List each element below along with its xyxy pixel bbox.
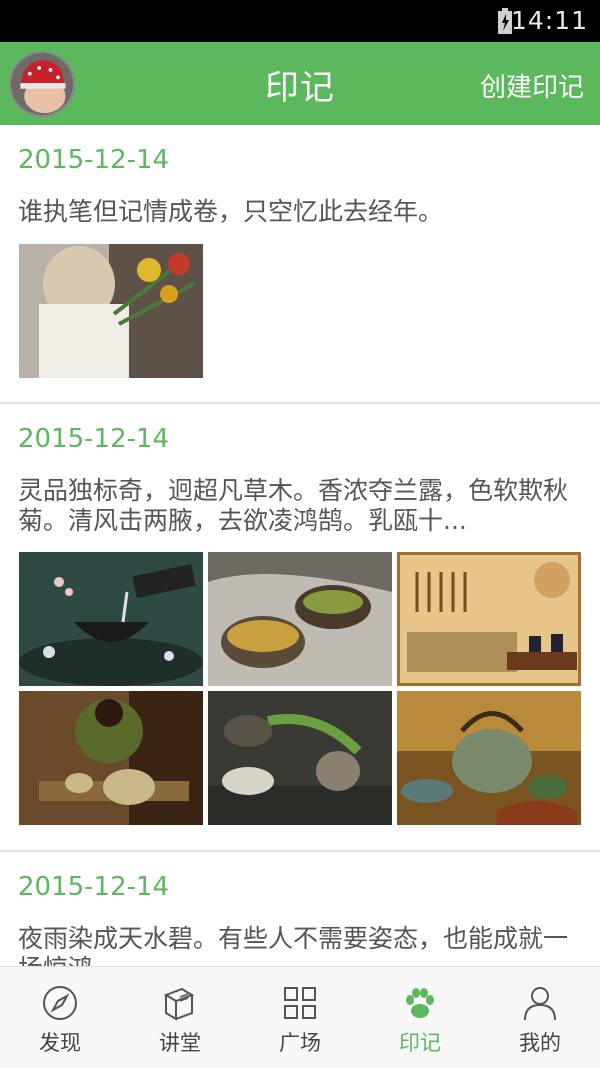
app-header: 印记 创建印记 [0,42,600,125]
create-record-button[interactable]: 创建印记 [480,67,584,104]
tab-square[interactable]: 广场 [240,967,360,1068]
status-time: 14:11 [510,6,588,35]
post-image[interactable] [208,552,392,686]
tab-label: 发现 [39,1031,81,1055]
post-date: 2015-12-14 [18,145,170,175]
feed-list[interactable]: 2015-12-14 谁执笔但记情成卷，只空忆此去经年。 2015-12-14 … [0,125,600,966]
status-bar: 14:11 [0,0,600,42]
tab-label: 印记 [399,1031,441,1055]
post-image[interactable] [19,691,203,825]
post-date: 2015-12-14 [18,872,170,902]
compass-icon [43,986,77,1020]
post-card[interactable]: 2015-12-14 夜雨染成天水碧。有些人不需要姿态，也能成就一场惊鸿 [0,852,600,966]
tab-label: 讲堂 [159,1031,201,1055]
grid-icon [284,987,316,1019]
tab-records[interactable]: 印记 [360,967,480,1068]
post-text: 夜雨染成天水碧。有些人不需要姿态，也能成就一场惊鸿 [18,924,569,966]
post-card[interactable]: 2015-12-14 灵品独标奇，迥超凡草木。香浓夺兰露，色软欺秋菊。清风击两腋… [0,404,600,852]
post-text: 谁执笔但记情成卷，只空忆此去经年。 [18,197,444,226]
tab-profile[interactable]: 我的 [480,967,600,1068]
post-image[interactable] [397,691,581,825]
tab-label: 我的 [519,1031,561,1055]
post-image[interactable] [397,552,581,686]
post-image[interactable] [19,244,203,378]
post-text: 灵品独标奇，迥超凡草木。香浓夺兰露，色软欺秋菊。清风击两腋，去欲凌鸿鹄。乳瓯十.… [18,476,569,535]
battery-charging-icon [498,8,512,34]
post-image[interactable] [19,552,203,686]
post-card[interactable]: 2015-12-14 谁执笔但记情成卷，只空忆此去经年。 [0,125,600,404]
bottom-tab-bar: 发现 讲堂 广场 印记 我的 [0,966,600,1068]
book-icon [163,987,195,1021]
paw-icon [406,988,434,1018]
post-image[interactable] [208,691,392,825]
post-date: 2015-12-14 [18,424,170,454]
tab-label: 广场 [279,1031,321,1055]
person-icon [524,987,556,1021]
tab-lecture[interactable]: 讲堂 [120,967,240,1068]
tab-discover[interactable]: 发现 [0,967,120,1068]
